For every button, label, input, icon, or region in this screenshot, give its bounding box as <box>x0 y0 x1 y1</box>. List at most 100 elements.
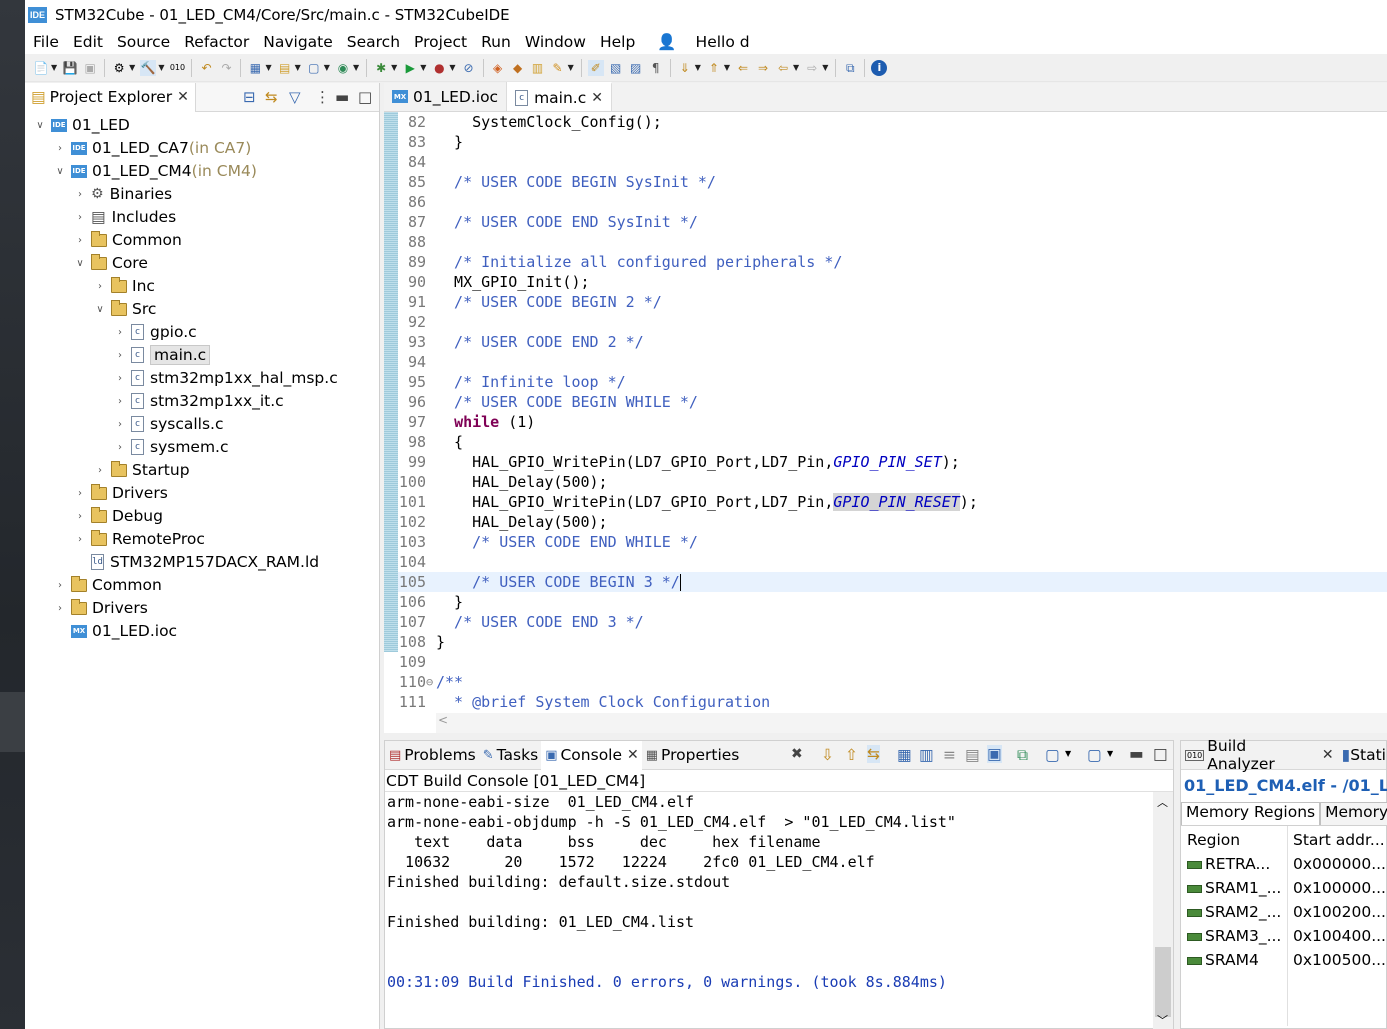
tree-item[interactable]: › ⚙ Binaries <box>73 183 172 205</box>
fold-icon[interactable]: ⊖ <box>426 675 433 689</box>
memory-details-tab[interactable]: Memory <box>1320 802 1387 825</box>
tree-item[interactable]: ld STM32MP157DACX_RAM.ld <box>73 551 319 573</box>
pin-console-icon[interactable]: ▣ <box>987 745 1002 763</box>
memory-regions-tab[interactable]: Memory Regions <box>1181 802 1321 825</box>
tree-item[interactable]: › RemoteProc <box>73 528 205 550</box>
tree-item[interactable]: › c sysmem.c <box>113 436 229 458</box>
chevron-down-icon[interactable]: ∨ <box>93 304 107 315</box>
new-class-icon[interactable]: ◉ <box>335 60 351 76</box>
tree-item[interactable]: › Inc <box>93 275 155 297</box>
undo-icon[interactable]: ↶ <box>198 60 214 76</box>
menu-search[interactable]: Search <box>340 33 407 51</box>
tree-item[interactable]: › Drivers <box>53 597 148 619</box>
chevron-right-icon[interactable]: › <box>53 580 67 591</box>
project-explorer-tab[interactable]: ▤ Project Explorer ✕ <box>25 82 196 112</box>
tree-item[interactable]: › ▤ Includes <box>73 206 176 228</box>
target-icon[interactable]: ◆ <box>510 60 526 76</box>
filter-icon[interactable]: ▽ <box>289 88 301 106</box>
chevron-right-icon[interactable]: › <box>73 488 87 499</box>
highlight-icon[interactable]: ✐ <box>587 59 604 76</box>
external-tools-icon[interactable]: ● <box>431 60 447 76</box>
tree-item[interactable]: › Common <box>73 229 182 251</box>
maximize-icon[interactable]: □ <box>1153 745 1168 763</box>
new-cproject-icon[interactable]: ▦ <box>247 60 263 76</box>
build-hammer-icon[interactable]: 🔨 <box>140 59 157 76</box>
run-icon[interactable]: ▶ <box>402 60 418 76</box>
tree-item[interactable]: › Startup <box>93 459 190 481</box>
menu-window[interactable]: Window <box>518 33 593 51</box>
toggle-mark-icon[interactable]: ▧ <box>608 60 624 76</box>
tab-main-c[interactable]: c main.c ✕ <box>507 82 612 111</box>
scroll-lock-icon[interactable]: ⇆ <box>867 745 880 763</box>
tree-item[interactable]: ∨ IDE 01_LED <box>33 114 130 136</box>
table-row[interactable]: SRAM3_... 0x100400... <box>1181 924 1387 948</box>
display-console-icon[interactable]: ⧉ <box>1017 746 1028 765</box>
copy-build-log-icon[interactable]: ▦ <box>897 746 912 764</box>
tab-tasks[interactable]: ✎ Tasks <box>479 741 541 770</box>
close-icon[interactable]: ✕ <box>1322 747 1334 763</box>
view-menu-icon[interactable]: ⋮ <box>315 88 330 106</box>
console-settings-icon[interactable]: ▥ <box>919 746 934 764</box>
maximize-icon[interactable]: □ <box>358 88 372 106</box>
next-annotation-icon[interactable]: ⇓ <box>677 60 693 76</box>
tree-item[interactable]: › c stm32mp1xx_hal_msp.c <box>113 367 338 389</box>
tree-item[interactable]: › Drivers <box>73 482 168 504</box>
skip-breakpoints-icon[interactable]: ⊘ <box>461 60 477 76</box>
open-perspective-icon[interactable]: ⧉ <box>842 60 858 76</box>
chevron-right-icon[interactable]: › <box>73 189 87 200</box>
word-wrap-icon[interactable]: ▤ <box>965 746 980 764</box>
wand-icon[interactable]: ✎ <box>550 60 566 76</box>
open-console-icon[interactable]: ▢ <box>1045 746 1060 764</box>
table-row[interactable]: SRAM1_... 0x100000... <box>1181 876 1387 900</box>
open-folder-icon[interactable]: ▥ <box>530 60 546 76</box>
tree-item[interactable]: › Debug <box>73 505 163 527</box>
chevron-right-icon[interactable]: › <box>53 603 67 614</box>
minimize-icon[interactable]: ▬ <box>1129 745 1144 763</box>
tab-problems[interactable]: ▤ Problems <box>385 741 479 770</box>
chevron-right-icon[interactable]: › <box>53 143 67 154</box>
chevron-right-icon[interactable]: › <box>73 235 87 246</box>
menu-project[interactable]: Project <box>407 33 474 51</box>
table-row[interactable]: RETRA... 0x000000... <box>1181 852 1387 876</box>
back-icon[interactable]: ⇦ <box>775 60 791 76</box>
static-stack-tab[interactable]: Stati <box>1350 746 1386 764</box>
close-icon[interactable]: ✕ <box>591 90 603 106</box>
chevron-down-icon[interactable]: ∨ <box>53 166 67 177</box>
tree-item[interactable]: › Common <box>53 574 162 596</box>
close-icon[interactable]: ✕ <box>627 747 639 763</box>
chevron-right-icon[interactable]: › <box>73 212 87 223</box>
tree-item[interactable]: › c main.c <box>113 344 211 366</box>
column-start-address[interactable]: Start addr... <box>1293 831 1385 849</box>
save-all-icon[interactable]: ▣ <box>82 60 98 76</box>
chevron-right-icon[interactable]: › <box>113 327 127 338</box>
scrollbar-thumb[interactable] <box>1155 947 1171 1017</box>
chevron-right-icon[interactable]: › <box>113 373 127 384</box>
collapse-all-icon[interactable]: ⊟ <box>243 88 256 106</box>
redo-icon[interactable]: ↷ <box>218 60 234 76</box>
link-editor-icon[interactable]: ⇆ <box>265 88 278 106</box>
tree-item[interactable]: ∨ Src <box>93 298 156 320</box>
chevron-right-icon[interactable]: › <box>93 465 107 476</box>
new-icon[interactable]: 📄 <box>33 60 49 76</box>
new-folder-icon[interactable]: ▤ <box>277 60 293 76</box>
chevron-right-icon[interactable]: › <box>73 511 87 522</box>
scroll-down-icon[interactable]: ⇩ <box>821 746 834 764</box>
tree-item[interactable]: ∨ IDE 01_LED_CM4 (in CM4) <box>53 160 257 182</box>
menu-navigate[interactable]: Navigate <box>256 33 340 51</box>
tree-item[interactable]: › c gpio.c <box>113 321 197 343</box>
forward-icon[interactable]: ⇨ <box>804 60 820 76</box>
menu-refactor[interactable]: Refactor <box>177 33 256 51</box>
chevron-down-icon[interactable]: ∨ <box>73 258 87 269</box>
device-config-icon[interactable]: ◈ <box>490 60 506 76</box>
chevron-right-icon[interactable]: › <box>113 350 127 361</box>
tab-console[interactable]: ▣ Console ✕ <box>541 740 642 770</box>
chevron-right-icon[interactable]: › <box>93 281 107 292</box>
tree-item[interactable]: › IDE 01_LED_CA7 (in CA7) <box>53 137 251 159</box>
prev-annotation-icon[interactable]: ⇑ <box>706 60 722 76</box>
debug-icon[interactable]: ✱ <box>373 60 389 76</box>
scroll-up-icon[interactable]: ⇧ <box>845 746 858 764</box>
minimize-icon[interactable]: ▬ <box>335 88 349 106</box>
block-select-icon[interactable]: ▨ <box>628 60 644 76</box>
back-edit-icon[interactable]: ⇒ <box>755 60 771 76</box>
last-edit-icon[interactable]: ⇐ <box>735 60 751 76</box>
